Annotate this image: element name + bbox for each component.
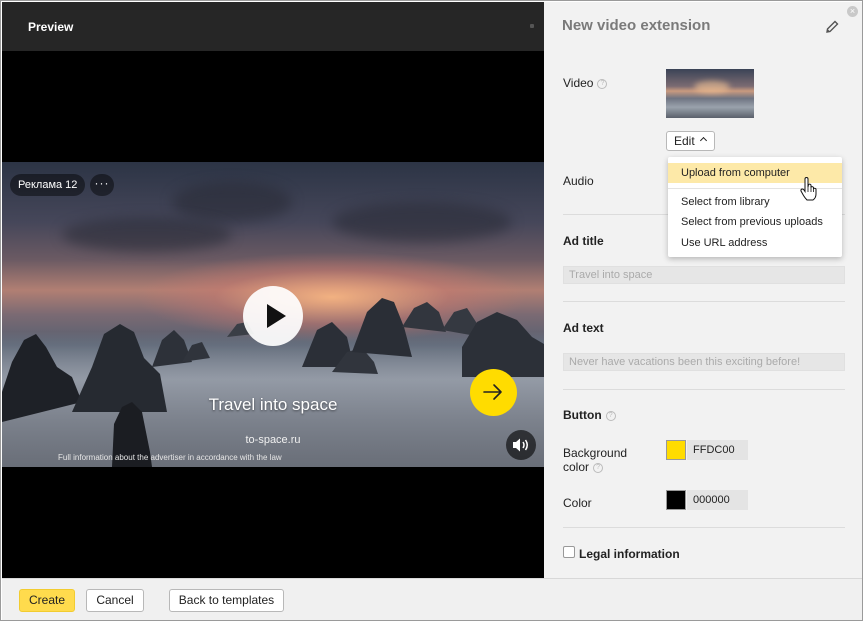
preview-pane: Preview Реклама 12 ··· Travel into space… <box>2 2 544 578</box>
video-title: Travel into space <box>208 395 338 414</box>
background-color-label: Background <box>563 446 628 460</box>
edit-button[interactable]: Edit <box>666 131 715 151</box>
arrow-right-icon <box>483 384 502 400</box>
sound-button[interactable] <box>506 430 536 460</box>
help-icon[interactable]: ? <box>605 411 616 421</box>
divider <box>563 527 845 528</box>
ad-badge: Реклама 12 <box>10 174 86 196</box>
button-section-label: Button? <box>563 408 616 422</box>
background-color-label-line2: color? <box>563 460 604 474</box>
background-color-swatch[interactable] <box>666 440 686 460</box>
close-icon[interactable]: × <box>847 6 858 17</box>
button-section-label-text: Button <box>563 408 602 422</box>
preview-title: Preview <box>28 20 74 34</box>
pencil-icon[interactable] <box>825 20 839 34</box>
cancel-button[interactable]: Cancel <box>86 589 144 612</box>
color-label: Color <box>563 496 592 510</box>
help-icon[interactable]: ? <box>597 79 608 89</box>
speaker-icon <box>513 438 528 452</box>
video-domain[interactable]: to-space.ru <box>2 434 544 446</box>
video-thumbnail <box>666 69 754 118</box>
preview-header: Preview <box>2 2 544 51</box>
video-player[interactable]: Реклама 12 ··· Travel into space to-spac… <box>2 162 544 467</box>
help-icon[interactable]: ? <box>593 463 604 473</box>
divider <box>563 301 845 302</box>
menu-item-select-from-previous-uploads[interactable]: Select from previous uploads <box>668 212 842 232</box>
legal-info-checkbox[interactable] <box>563 546 575 558</box>
back-to-templates-button[interactable]: Back to templates <box>169 589 284 612</box>
video-label: Video? <box>563 76 608 90</box>
menu-item-use-url-address[interactable]: Use URL address <box>668 233 842 253</box>
audio-label: Audio <box>563 174 594 188</box>
create-button[interactable]: Create <box>19 589 75 612</box>
play-button[interactable] <box>243 286 303 346</box>
color-swatch[interactable] <box>666 490 686 510</box>
edit-button-label: Edit <box>674 134 695 148</box>
ad-title-input[interactable]: Travel into space <box>563 266 845 284</box>
settings-panel: New video extension × Video? Edit Audio … <box>544 2 862 578</box>
legal-disclaimer: Full information about the advertiser in… <box>58 453 282 462</box>
hand-cursor-icon <box>800 177 817 201</box>
chevron-up-icon <box>699 136 708 145</box>
divider <box>563 389 845 390</box>
background-color-input[interactable]: FFDC00 <box>687 440 748 460</box>
background-color-label-text: color <box>563 460 590 474</box>
ad-title-label: Ad title <box>563 234 604 248</box>
edit-dropdown-menu: Upload from computer Select from library… <box>668 157 842 257</box>
panel-title: New video extension <box>562 17 711 34</box>
cta-arrow-button[interactable] <box>470 369 517 416</box>
ad-text-input[interactable]: Never have vacations been this exciting … <box>563 353 845 371</box>
color-input[interactable]: 000000 <box>687 490 748 510</box>
video-label-text: Video <box>563 76 594 90</box>
legal-info-label[interactable]: Legal information <box>579 547 680 561</box>
app-window: Preview Реклама 12 ··· Travel into space… <box>0 0 863 621</box>
footer-bar: Create Cancel Back to templates <box>2 578 862 620</box>
ad-text-label: Ad text <box>563 321 604 335</box>
preview-dot <box>530 24 534 28</box>
more-options-button[interactable]: ··· <box>90 174 114 196</box>
